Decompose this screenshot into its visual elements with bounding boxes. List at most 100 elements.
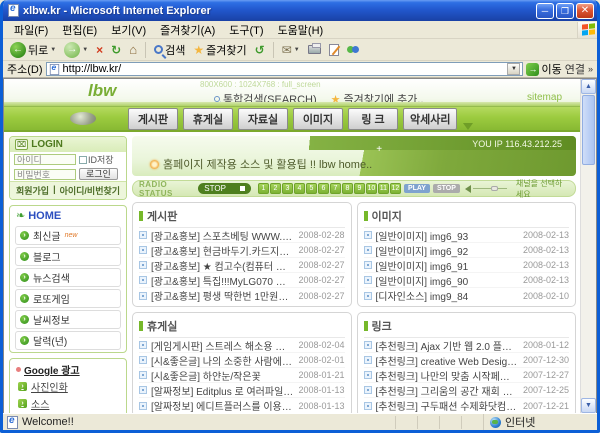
home-menu-item[interactable]: › 달력(년) <box>15 331 121 350</box>
title-bar[interactable]: xlbw.kr - Microsoft Internet Explorer ─ … <box>3 0 597 21</box>
google-ad-link[interactable]: › 소스 <box>10 395 126 412</box>
scroll-up-icon[interactable]: ▲ <box>581 79 596 94</box>
save-id-option[interactable]: ID저장 <box>79 153 114 166</box>
history-button[interactable]: ↺ <box>252 42 268 58</box>
list-item[interactable]: [광고&홍보] ★ 컴고수(컴퓨터 증상별 … 2008-02-27 <box>139 258 345 273</box>
radio-stop-button[interactable]: STOP <box>433 184 460 193</box>
login-password-field[interactable] <box>14 169 76 180</box>
radio-channel-button[interactable]: 8 <box>342 183 353 194</box>
home-menu-item[interactable]: › 로또게임 <box>15 289 121 308</box>
close-button[interactable]: ✕ <box>576 3 594 19</box>
section-header[interactable]: 휴게실 <box>139 316 345 338</box>
nav-button[interactable]: 이미지 <box>293 108 343 130</box>
section-header[interactable]: 이미지 <box>364 206 570 228</box>
resolution-links[interactable]: 800X600 : 1024X768 : full_screen <box>200 80 321 89</box>
radio-channel-button[interactable]: 12 <box>390 183 401 194</box>
favorites-button[interactable]: ★ 즐겨찾기 <box>190 41 249 59</box>
list-item[interactable]: [게임게시판] 스트레스 해소용 게임(중독… 2008-02-04 <box>139 338 345 353</box>
list-item[interactable]: [추천링크] Ajax 기반 웹 2.0 플랫폼 &… 2008-01-12 <box>364 338 570 353</box>
address-dropdown-icon[interactable]: ▼ <box>507 63 520 75</box>
nav-button[interactable]: 악세사리 <box>403 108 457 130</box>
list-item[interactable]: [추천링크] 나만의 맞춤 시작페이지 pr… 2007-12-27 <box>364 368 570 383</box>
radio-play-button[interactable]: PLAY <box>404 184 430 193</box>
site-logo[interactable]: lbw <box>88 81 116 101</box>
radio-channel-button[interactable]: 7 <box>330 183 341 194</box>
print-button[interactable] <box>305 44 324 55</box>
list-item[interactable]: [추천링크] 그리움의 공간 재회 홈페이… 2007-12-25 <box>364 383 570 398</box>
radio-channel-button[interactable]: 1 <box>258 183 269 194</box>
stop-button[interactable]: × <box>93 42 106 58</box>
scroll-track[interactable] <box>581 166 596 398</box>
menu-item[interactable]: 도구(T) <box>222 21 270 39</box>
section-header[interactable]: 링크 <box>364 316 570 338</box>
radio-channel-button[interactable]: 6 <box>318 183 329 194</box>
find-id-link[interactable]: 아이디/비번찾기 <box>60 184 120 197</box>
radio-channel-button[interactable]: 4 <box>294 183 305 194</box>
radio-channel-button[interactable]: 2 <box>270 183 281 194</box>
nav-button[interactable]: 링 크 <box>348 108 398 130</box>
list-item[interactable]: [광고&홍보] 특집!!!MyLG070 인터넷전화… 2008-02-27 <box>139 273 345 288</box>
home-menu-header[interactable]: ❧ HOME <box>10 206 126 224</box>
list-item[interactable]: [추천링크] 구두패션 수제화닷컴 입니… 2007-12-21 <box>364 398 570 413</box>
list-item[interactable]: [일반이미지] img6_91 2008-02-13 <box>364 258 570 273</box>
list-item[interactable]: [일반이미지] img6_90 2008-02-13 <box>364 273 570 288</box>
menu-item[interactable]: 도움말(H) <box>271 21 331 39</box>
list-item[interactable]: [시&좋은글] 나의 소중한 사람에게.. 2008-02-01 <box>139 353 345 368</box>
menu-item[interactable]: 파일(F) <box>7 21 55 39</box>
google-ad-link[interactable]: › 사진인화 <box>10 378 126 395</box>
save-id-checkbox[interactable] <box>79 156 87 164</box>
list-item[interactable]: [디자인소스] img9_84 2008-02-10 <box>364 288 570 303</box>
page-scrollbar[interactable]: ▲ ▼ <box>580 79 596 413</box>
home-menu-item[interactable]: › 최신글 new <box>15 226 121 245</box>
mail-button[interactable]: ✉▼ <box>279 42 303 58</box>
address-input[interactable]: http://lbw.kr/ ▼ <box>46 62 524 76</box>
nav-button[interactable]: 자료실 <box>238 108 288 130</box>
radio-channel-button[interactable]: 10 <box>366 183 377 194</box>
list-item[interactable]: [일반이미지] img6_92 2008-02-13 <box>364 243 570 258</box>
radio-channel-button[interactable]: 11 <box>378 183 389 194</box>
google-ad-title[interactable]: Google 광고 <box>24 362 80 377</box>
list-item[interactable]: [일반이미지] img6_93 2008-02-13 <box>364 228 570 243</box>
refresh-button[interactable]: ↻ <box>108 42 124 58</box>
home-button[interactable]: ⌂ <box>126 41 140 58</box>
radio-channel-button[interactable]: 5 <box>306 183 317 194</box>
radio-channel-button[interactable]: 9 <box>354 183 365 194</box>
search-button[interactable]: 검색 <box>151 41 188 59</box>
volume-control[interactable] <box>465 185 507 193</box>
nav-button[interactable]: 휴게실 <box>183 108 233 130</box>
forward-button[interactable]: → ▼ <box>61 41 91 59</box>
list-item[interactable]: [추천링크] creative Web Designer… 2007-12-30 <box>364 353 570 368</box>
scroll-down-icon[interactable]: ▼ <box>581 398 596 413</box>
maximize-button[interactable]: ❐ <box>556 3 574 19</box>
volume-knob[interactable] <box>491 186 498 191</box>
list-item[interactable]: [알짜정보] Editplus 로 여러파일에서 … 2008-01-13 <box>139 383 345 398</box>
scroll-thumb[interactable] <box>582 95 595 165</box>
minimize-button[interactable]: ─ <box>536 3 554 19</box>
menu-item[interactable]: 즐겨찾기(A) <box>153 21 222 39</box>
section-header[interactable]: 게시판 <box>139 206 345 228</box>
edit-button[interactable] <box>326 43 342 57</box>
login-id-field[interactable] <box>14 154 76 165</box>
links-menu[interactable]: 연결 <box>565 61 585 77</box>
volume-slider[interactable] <box>473 188 507 189</box>
google-ad-link[interactable]: › 이미지 <box>10 412 126 413</box>
mail-dropdown-icon[interactable]: ▼ <box>294 47 300 53</box>
list-item[interactable]: [광고&홍보] 스포츠베팅 WWW.LIVETOTOBE… 2008-02-28 <box>139 228 345 243</box>
go-button[interactable]: → 이동 <box>526 61 561 77</box>
join-link[interactable]: 회원가입 <box>16 184 49 197</box>
list-item[interactable]: [광고&홍보] 평생 딱한번 1만원으로 엄… 2008-02-27 <box>139 288 345 303</box>
list-item[interactable]: [시&좋은글] 하얀눈/작은꽃 2008-01-21 <box>139 368 345 383</box>
radio-channel-button[interactable]: 3 <box>282 183 293 194</box>
home-menu-item[interactable]: › 뉴스검색 <box>15 268 121 287</box>
forward-dropdown-icon[interactable]: ▼ <box>82 47 88 53</box>
back-button[interactable]: ← 뒤로 ▼ <box>7 41 59 59</box>
home-menu-item[interactable]: › 날씨정보 <box>15 310 121 329</box>
list-item[interactable]: [알짜정보] 에디트플러스를 이용하여 e… 2008-01-13 <box>139 398 345 413</box>
menu-item[interactable]: 보기(V) <box>104 21 153 39</box>
messenger-button[interactable] <box>344 43 363 57</box>
home-menu-item[interactable]: › 블로그 <box>15 247 121 266</box>
login-button[interactable]: 로그인 <box>79 168 118 180</box>
chevron-icon[interactable]: » <box>588 64 593 74</box>
back-dropdown-icon[interactable]: ▼ <box>50 47 56 53</box>
nav-button[interactable]: 게시판 <box>128 108 178 130</box>
